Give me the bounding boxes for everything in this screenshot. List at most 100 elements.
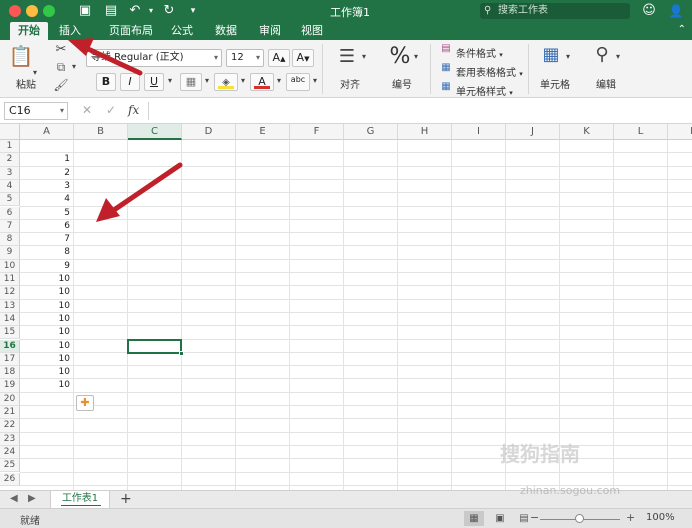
- cell-a17[interactable]: 10: [20, 353, 72, 366]
- row-header-22[interactable]: 22: [0, 419, 20, 433]
- column-header-e[interactable]: E: [236, 124, 290, 140]
- row-header-20[interactable]: 20: [0, 392, 20, 406]
- font-color-button[interactable]: A: [250, 73, 274, 91]
- prev-sheet-icon[interactable]: ◀: [10, 493, 18, 504]
- font-size-select[interactable]: 12 ▾: [226, 49, 264, 67]
- row-header-14[interactable]: 14: [0, 312, 20, 327]
- cell-a9[interactable]: 8: [20, 246, 72, 259]
- search-sheet-input[interactable]: ⚲ 搜索工作表: [480, 3, 630, 19]
- number-format-icon[interactable]: %: [388, 44, 412, 69]
- tab-insert[interactable]: 插入: [52, 22, 88, 40]
- zoom-slider-thumb[interactable]: [575, 514, 584, 523]
- number-format-dropdown-icon[interactable]: ▾: [412, 52, 420, 61]
- column-header-f[interactable]: F: [290, 124, 344, 140]
- paste-dropdown-icon[interactable]: ▾: [30, 68, 40, 77]
- alignment-icon[interactable]: ☰: [334, 46, 360, 68]
- undo-dropdown-icon[interactable]: ▾: [142, 2, 160, 20]
- insert-function-button[interactable]: fx: [128, 103, 139, 117]
- cells-dropdown-icon[interactable]: ▾: [564, 52, 572, 61]
- row-header-8[interactable]: 8: [0, 233, 20, 247]
- grow-font-button[interactable]: A▲: [268, 49, 290, 67]
- cell-a10[interactable]: 9: [20, 260, 72, 273]
- cell-a6[interactable]: 5: [20, 207, 72, 220]
- cell-a12[interactable]: 10: [20, 286, 72, 299]
- row-header-16[interactable]: 16: [0, 339, 20, 353]
- spreadsheet-grid[interactable]: ABCDEFGHIJKLM123456789101112131415161718…: [0, 124, 692, 490]
- editing-dropdown-icon[interactable]: ▾: [614, 52, 622, 61]
- italic-button[interactable]: I: [120, 73, 140, 91]
- zoom-in-button[interactable]: +: [626, 511, 635, 524]
- fill-handle[interactable]: [179, 350, 184, 356]
- cell-a11[interactable]: 10: [20, 273, 72, 286]
- phonetic-guide-button[interactable]: abc: [286, 73, 310, 91]
- font-name-select[interactable]: 等线 Regular (正文) ▾: [86, 49, 222, 67]
- tab-formulas[interactable]: 公式: [164, 22, 200, 40]
- row-header-13[interactable]: 13: [0, 299, 20, 313]
- close-window-button[interactable]: [9, 5, 21, 17]
- borders-dropdown-icon[interactable]: ▾: [203, 76, 211, 85]
- cell-styles-button[interactable]: 单元格样式 ▾: [456, 83, 513, 98]
- customize-toolbar-icon[interactable]: ▾: [184, 2, 202, 20]
- row-header-5[interactable]: 5: [0, 193, 20, 207]
- cell-a15[interactable]: 10: [20, 326, 72, 339]
- cell-a19[interactable]: 10: [20, 379, 72, 392]
- row-header-1[interactable]: 1: [0, 140, 20, 154]
- cell-a18[interactable]: 10: [20, 366, 72, 379]
- alignment-dropdown-icon[interactable]: ▾: [360, 52, 368, 61]
- cancel-entry-icon[interactable]: ✕: [82, 103, 92, 117]
- zoom-out-button[interactable]: −: [530, 511, 539, 524]
- column-header-m[interactable]: M: [668, 124, 692, 140]
- column-header-i[interactable]: I: [452, 124, 506, 140]
- tab-page-layout[interactable]: 页面布局: [100, 22, 162, 40]
- row-header-26[interactable]: 26: [0, 472, 20, 486]
- formula-input[interactable]: [148, 102, 678, 120]
- borders-button[interactable]: ▦: [180, 73, 202, 91]
- page-layout-view-icon[interactable]: ▣: [490, 511, 510, 526]
- tab-view[interactable]: 视图: [294, 22, 330, 40]
- row-header-12[interactable]: 12: [0, 286, 20, 300]
- find-magnifier-icon[interactable]: ⚲: [590, 44, 614, 68]
- cells-icon[interactable]: ▦: [538, 44, 564, 68]
- cell-a7[interactable]: 6: [20, 220, 72, 233]
- row-header-10[interactable]: 10: [0, 259, 20, 273]
- row-header-7[interactable]: 7: [0, 219, 20, 234]
- column-header-k[interactable]: K: [560, 124, 614, 140]
- tab-data[interactable]: 数据: [208, 22, 244, 40]
- row-header-23[interactable]: 23: [0, 432, 20, 446]
- cell-a13[interactable]: 10: [20, 300, 72, 313]
- row-header-4[interactable]: 4: [0, 179, 20, 194]
- row-header-15[interactable]: 15: [0, 326, 20, 340]
- tab-home[interactable]: 开始: [10, 22, 48, 40]
- row-header-11[interactable]: 11: [0, 273, 20, 287]
- column-header-g[interactable]: G: [344, 124, 398, 140]
- tab-review[interactable]: 审阅: [252, 22, 288, 40]
- redo-icon[interactable]: ↻: [160, 2, 178, 20]
- column-header-j[interactable]: J: [506, 124, 560, 140]
- add-sheet-button[interactable]: +: [120, 491, 132, 508]
- shrink-font-button[interactable]: A▼: [292, 49, 314, 67]
- row-header-6[interactable]: 6: [0, 206, 20, 220]
- underline-button[interactable]: U: [144, 73, 164, 91]
- conditional-format-button[interactable]: 条件格式 ▾: [456, 45, 503, 60]
- copy-dropdown-icon[interactable]: ▾: [70, 62, 78, 71]
- cell-a14[interactable]: 10: [20, 313, 72, 326]
- minimize-window-button[interactable]: [26, 5, 38, 17]
- row-header-2[interactable]: 2: [0, 153, 20, 167]
- column-header-h[interactable]: H: [398, 124, 452, 140]
- save-icon[interactable]: ▤: [102, 2, 120, 20]
- format-painter-icon[interactable]: 🖌: [52, 78, 70, 94]
- cell-a5[interactable]: 4: [20, 193, 72, 206]
- collapse-ribbon-icon[interactable]: ⌃: [678, 24, 686, 35]
- column-header-d[interactable]: D: [182, 124, 236, 140]
- phonetic-dropdown-icon[interactable]: ▾: [311, 76, 319, 85]
- row-header-25[interactable]: 25: [0, 459, 20, 473]
- column-header-a[interactable]: A: [20, 124, 74, 140]
- select-all-corner[interactable]: [0, 124, 20, 140]
- column-header-c[interactable]: C: [128, 124, 182, 140]
- row-header-17[interactable]: 17: [0, 352, 20, 367]
- paste-options-icon[interactable]: ✚: [76, 394, 94, 411]
- bold-button[interactable]: B: [96, 73, 116, 91]
- sheet-tab[interactable]: 工作表1: [50, 491, 110, 508]
- row-header-18[interactable]: 18: [0, 366, 20, 380]
- cell-a8[interactable]: 7: [20, 233, 72, 246]
